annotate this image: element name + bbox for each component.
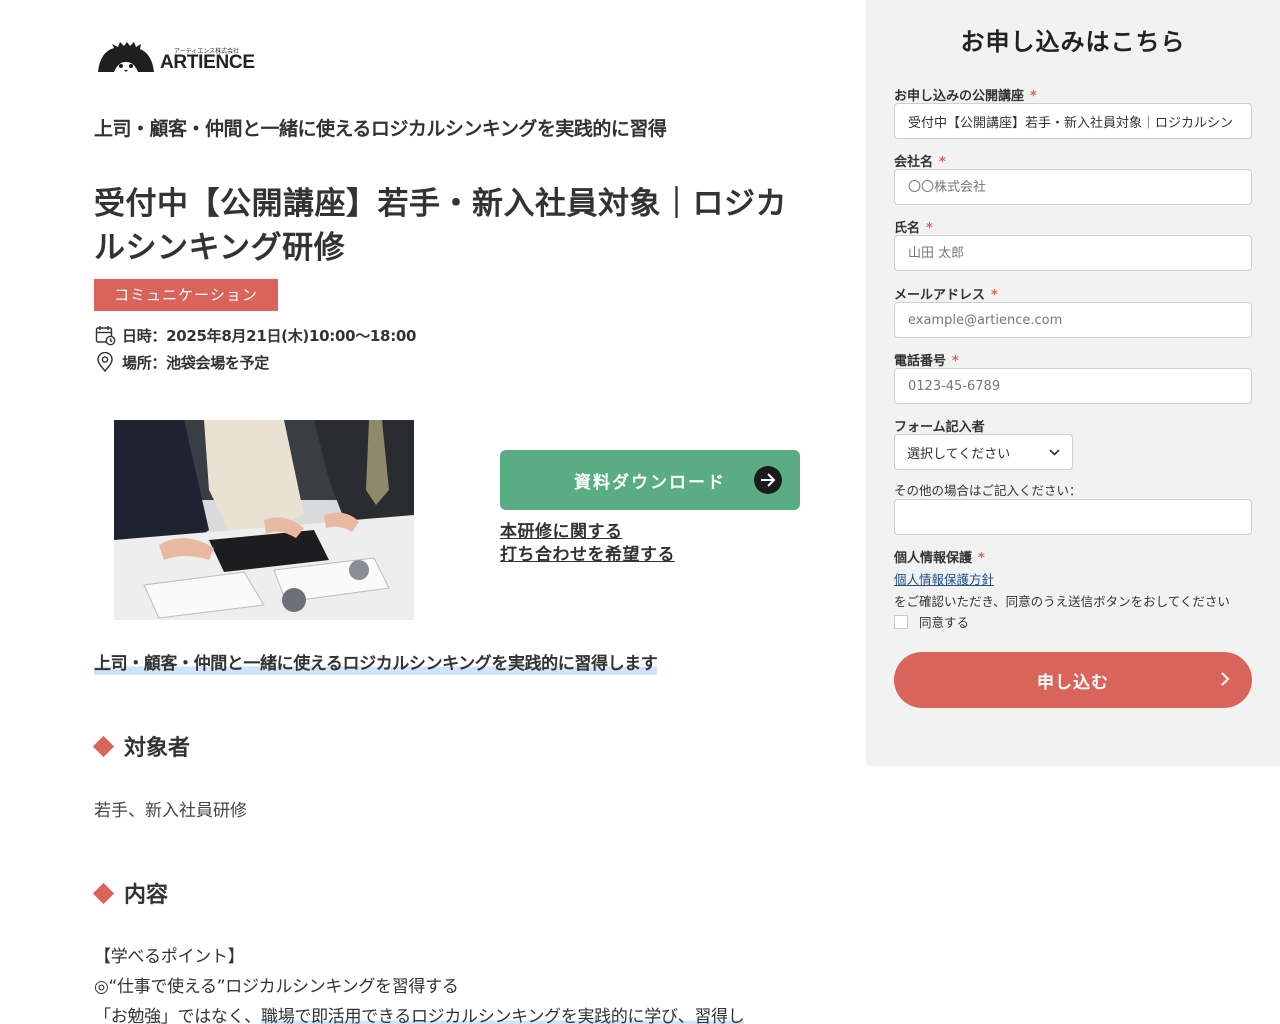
full-name-input[interactable]: [894, 235, 1252, 271]
email-field-label-text: メールアドレス: [894, 288, 986, 303]
diamond-bullet-icon: [92, 882, 115, 904]
required-mark: *: [939, 155, 946, 170]
company-name-input[interactable]: [894, 169, 1252, 205]
phone-field-label-text: 電話番号: [894, 354, 947, 369]
form-filler-selected: 選択してください: [907, 446, 1011, 462]
form-filler-label: フォーム記入者: [894, 420, 985, 435]
content-body: 【学べるポイント】 ◎“仕事で使える”ロジカルシンキングを習得する 「お勉強」で…: [94, 942, 814, 1024]
required-mark: *: [1030, 89, 1037, 104]
content-heading-text: 内容: [124, 883, 169, 908]
course-photo: [114, 420, 414, 620]
download-materials-button[interactable]: 資料ダウンロード: [500, 450, 800, 510]
map-pin-icon: [94, 351, 116, 373]
section-heading-content: 内容: [92, 877, 168, 909]
meeting-request-line1: 本研修に関する: [500, 522, 623, 542]
name-field-label: 氏名 *: [894, 217, 933, 236]
arrow-right-circle-icon: [754, 466, 782, 494]
submit-button[interactable]: 申し込む: [894, 652, 1252, 708]
phone-field-label: 電話番号 *: [894, 350, 959, 369]
name-field-label-text: 氏名: [894, 221, 921, 236]
section-heading-target: 対象者: [92, 730, 190, 762]
target-body-text: 若手、新入社員研修: [94, 801, 247, 821]
course-place: 場所：池袋会場を予定: [94, 351, 269, 373]
meeting-request-link[interactable]: 本研修に関する 打ち合わせを希望する: [500, 521, 675, 567]
required-mark: *: [926, 221, 933, 236]
calendar-icon: [94, 324, 116, 346]
logo-wordmark: ARTIENCE: [160, 52, 255, 73]
course-field-label-text: お申し込みの公開講座: [894, 89, 1025, 104]
phone-input[interactable]: [894, 368, 1252, 404]
agree-checkbox-row[interactable]: 同意する: [894, 612, 969, 631]
content-line-3: 「お勉強」ではなく、職場で即活用できるロジカルシンキングを実践的に学び、習得し: [94, 1002, 814, 1024]
course-select-field[interactable]: [894, 103, 1252, 139]
company-field-label-text: 会社名: [894, 155, 934, 170]
privacy-label: 個人情報保護 *: [894, 547, 985, 566]
course-place-text: 場所：池袋会場を予定: [122, 353, 270, 372]
content-line-1: 【学べるポイント】: [94, 947, 245, 967]
meeting-request-line2: 打ち合わせを希望する: [500, 545, 675, 565]
category-badge[interactable]: コミュニケーション: [94, 279, 278, 311]
agree-checkbox[interactable]: [894, 614, 908, 629]
privacy-label-text: 個人情報保護: [894, 551, 973, 566]
email-field[interactable]: [894, 302, 1252, 338]
hedgehog-logo-icon: [98, 42, 154, 72]
required-mark: *: [991, 288, 998, 303]
company-field-label: 会社名 *: [894, 151, 946, 170]
other-input[interactable]: [894, 499, 1252, 535]
other-field-label: その他の場合はご記入ください：: [894, 483, 1082, 498]
privacy-note: をご確認いただき、同意のうえ送信ボタンをおしてください: [894, 594, 1230, 609]
artience-logo[interactable]: アーティエンス株式会社 ARTIENCE: [96, 40, 266, 74]
chevron-down-icon: [1049, 448, 1060, 456]
chevron-right-icon: [1221, 672, 1230, 686]
page-title: 受付中【公開講座】若手・新入社員対象｜ロジカルシンキング研修: [94, 186, 787, 266]
privacy-policy-link[interactable]: 個人情報保護方針: [894, 572, 994, 587]
diamond-bullet-icon: [92, 735, 115, 757]
course-subtitle: 上司・顧客・仲間と一緒に使えるロジカルシンキングを実践的に習得: [94, 118, 667, 140]
email-field-label: メールアドレス *: [894, 284, 998, 303]
download-button-label: 資料ダウンロード: [574, 472, 726, 493]
course-field-label: お申し込みの公開講座 *: [894, 85, 1037, 104]
agree-label: 同意する: [919, 615, 970, 630]
course-date-text: 日時：2025年8月21日(木)10:00〜18:00: [122, 326, 417, 345]
course-date: 日時：2025年8月21日(木)10:00〜18:00: [94, 324, 416, 346]
form-title: お申し込みはこちら: [960, 28, 1186, 56]
course-lead-text: 上司・顧客・仲間と一緒に使えるロジカルシンキングを実践的に習得します: [94, 649, 658, 675]
content-line-3-plain: 「お勉強」ではなく、: [94, 1007, 261, 1024]
content-line-3-highlight: 職場で即活用できるロジカルシンキングを実践的に学び、習得し: [261, 1007, 745, 1024]
form-filler-select[interactable]: 選択してください: [894, 434, 1073, 470]
application-form-panel: お申し込みはこちら お申し込みの公開講座* 会社名* 氏名* メールアドレス* …: [866, 0, 1280, 766]
target-heading-text: 対象者: [124, 736, 191, 761]
submit-button-label: 申し込む: [1037, 672, 1109, 693]
required-mark: *: [978, 551, 985, 566]
required-mark: *: [952, 354, 959, 369]
content-line-2: ◎“仕事で使える”ロジカルシンキングを習得する: [94, 977, 459, 997]
